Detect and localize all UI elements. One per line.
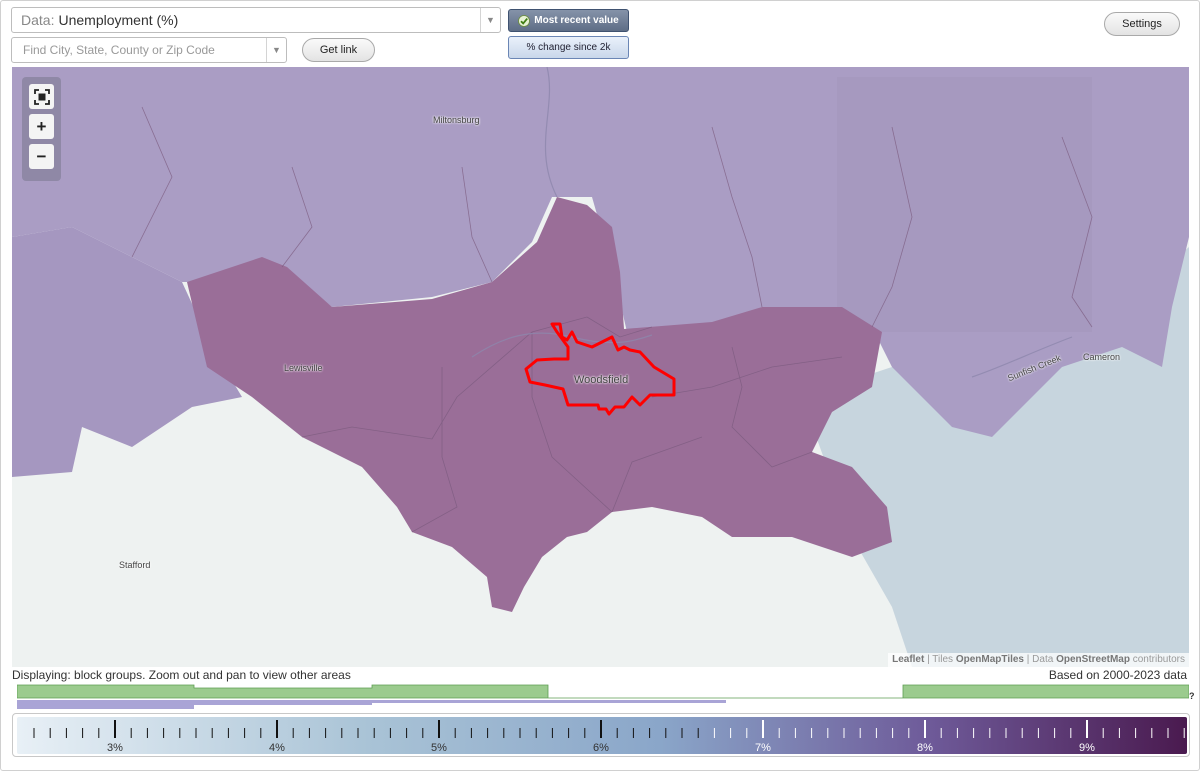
fit-bounds-icon[interactable] xyxy=(29,84,54,109)
value-histogram xyxy=(17,684,1189,709)
legend-tick-label: 7% xyxy=(755,742,771,754)
openmaptiles-link[interactable]: OpenMapTiles xyxy=(956,654,1024,665)
leaflet-link[interactable]: Leaflet xyxy=(892,654,924,665)
legend-tick-label: 6% xyxy=(593,742,609,754)
data-select-label: Data: xyxy=(21,12,55,28)
checkmark-icon xyxy=(518,14,531,27)
percent-change-button[interactable]: % change since 2k xyxy=(508,36,629,59)
map-canvas[interactable] xyxy=(12,67,1189,667)
data-select-value: Unemployment (%) xyxy=(58,12,179,28)
histogram-bar xyxy=(17,700,194,709)
zoom-in-button[interactable]: + xyxy=(29,114,54,139)
chevron-down-icon[interactable]: ▼ xyxy=(480,8,500,32)
legend-tick-label: 4% xyxy=(269,742,285,754)
most-recent-value-button[interactable]: Most recent value xyxy=(508,9,629,32)
location-search-input[interactable] xyxy=(21,42,261,58)
location-search[interactable]: ▼ xyxy=(11,37,287,63)
legend-tick-label: 5% xyxy=(431,742,447,754)
histogram-bar xyxy=(194,700,372,705)
chevron-down-icon[interactable]: ▼ xyxy=(266,38,286,62)
data-select[interactable]: Data: Unemployment (%) ▼ xyxy=(11,7,501,33)
display-note: Displaying: block groups. Zoom out and p… xyxy=(12,668,351,682)
attribution-text: | Data xyxy=(1024,654,1057,665)
map-attribution: Leaflet | Tiles OpenMapTiles | Data Open… xyxy=(888,653,1189,667)
place-label-miltonsburg: Miltonsburg xyxy=(433,115,480,125)
legend-tick-label: 9% xyxy=(1079,742,1095,754)
place-label-woodsfield: Woodsfield xyxy=(574,374,629,386)
openstreetmap-link[interactable]: OpenStreetMap xyxy=(1056,654,1130,665)
help-icon[interactable]: ? xyxy=(1189,691,1195,701)
settings-button[interactable]: Settings xyxy=(1104,12,1180,36)
attribution-text: contributors xyxy=(1129,654,1185,665)
place-label-stafford: Stafford xyxy=(119,560,151,570)
fullscreen-icon xyxy=(33,88,50,105)
legend-tick-label: 8% xyxy=(917,742,933,754)
place-label-lewisville: Lewisville xyxy=(284,363,323,373)
most-recent-value-label: Most recent value xyxy=(534,15,619,26)
histogram-bar xyxy=(372,700,726,703)
zoom-controls: + − xyxy=(22,77,61,181)
legend-svg: 3% 4% 5% 6% 7% 8% 9% xyxy=(17,717,1187,754)
mid-value-region xyxy=(837,77,1092,332)
zoom-out-button[interactable]: − xyxy=(29,144,54,169)
attribution-text: | Tiles xyxy=(924,654,956,665)
legend-tick-label: 3% xyxy=(107,742,123,754)
data-years-note: Based on 2000-2023 data xyxy=(1048,668,1187,682)
histogram-area-green xyxy=(17,684,1189,699)
place-label-cameron: Cameron xyxy=(1083,352,1121,362)
legend-scale: 3% 4% 5% 6% 7% 8% 9% xyxy=(12,713,1190,757)
map-view[interactable]: Miltonsburg Lewisville Woodsfield Staffo… xyxy=(12,67,1189,667)
get-link-button[interactable]: Get link xyxy=(302,38,375,62)
